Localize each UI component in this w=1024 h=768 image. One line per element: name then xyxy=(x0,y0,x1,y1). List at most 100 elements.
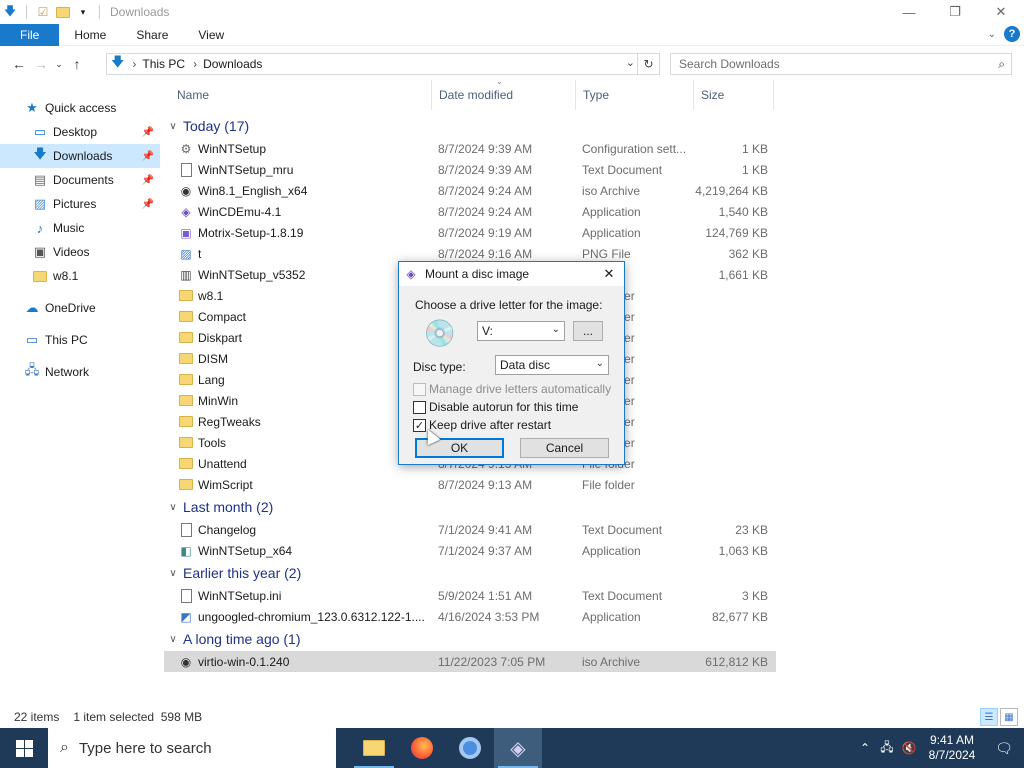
forward-button[interactable]: → xyxy=(30,53,52,75)
file-row[interactable]: ◈ WinCDEmu-4.1 8/7/2024 9:24 AM Application… xyxy=(164,201,776,222)
sidebar-item-this-pc[interactable]: ▭ This PC xyxy=(0,328,160,352)
tab-view[interactable]: View xyxy=(183,24,239,46)
file-explorer-taskbar-icon[interactable] xyxy=(350,728,398,768)
disc-type-select[interactable]: Data disc ⌄ xyxy=(495,355,609,375)
details-view-icon[interactable]: ☰ xyxy=(980,708,998,726)
close-button[interactable]: ✕ xyxy=(978,0,1024,24)
file-size: 1,063 KB xyxy=(718,543,768,558)
sort-chevron-icon: ⌄ xyxy=(496,77,503,86)
column-size[interactable]: Size xyxy=(694,80,774,110)
folder-icon xyxy=(178,288,194,304)
sidebar-item-desktop[interactable]: ▭ Desktop 📌 xyxy=(0,120,160,144)
file-row[interactable]: WimScript 8/7/2024 9:13 AM File folder xyxy=(164,474,776,495)
file-row[interactable]: ◧ WinNTSetup_x64 7/1/2024 9:37 AM Applicati… xyxy=(164,540,776,561)
network-icon[interactable]: 🖧 xyxy=(876,738,898,759)
tab-share[interactable]: Share xyxy=(121,24,183,46)
chevron-down-icon[interactable]: ∨ xyxy=(166,121,180,132)
customize-toolbar-icon[interactable]: ▾ xyxy=(75,4,91,20)
sidebar-item-network[interactable]: 🖧 Network xyxy=(0,360,160,384)
chevron-down-icon[interactable]: ⌄ xyxy=(626,56,635,69)
chevron-down-icon[interactable]: ∨ xyxy=(166,634,180,645)
file-row[interactable]: ◩ ungoogled-chromium_123.0.6312.122-1....… xyxy=(164,606,776,627)
recent-locations-icon[interactable]: ⌄ xyxy=(52,53,66,75)
drive-letter-select[interactable]: V: ⌄ xyxy=(477,321,565,341)
clock[interactable]: 9:41 AM 8/7/2024 xyxy=(920,733,984,763)
download-icon: 🡇 xyxy=(33,146,47,161)
disc-drive-icon: 💿 xyxy=(423,317,457,348)
file-size: 612,812 KB xyxy=(705,654,768,669)
group-header[interactable]: ∨ Today (17) xyxy=(164,114,776,138)
file-row[interactable]: WinNTSetup.ini 5/9/2024 1:51 AM Text Docum… xyxy=(164,585,776,606)
manage-drive-letters-checkbox[interactable]: Manage drive letters automatically xyxy=(413,382,611,396)
sidebar-item-videos[interactable]: ▣ Videos xyxy=(0,240,160,264)
folder-icon xyxy=(32,268,48,284)
address-bar[interactable]: 🡇 › This PC › Downloads ⌄ ↻ xyxy=(106,53,660,75)
volume-muted-icon[interactable]: 🔇 xyxy=(898,741,920,755)
large-icons-view-icon[interactable]: ▦ xyxy=(1000,708,1018,726)
group-header[interactable]: ∨ Earlier this year (2) xyxy=(164,561,776,585)
archive-icon: ▥ xyxy=(180,267,192,282)
search-input[interactable]: Search Downloads ⌕ xyxy=(670,53,1012,75)
notifications-icon[interactable]: 🗨 xyxy=(984,740,1024,757)
sidebar-item-pictures[interactable]: ▨ Pictures 📌 xyxy=(0,192,160,216)
disable-autorun-checkbox[interactable]: Disable autorun for this time xyxy=(413,400,578,414)
sidebar-item-w8-1[interactable]: w8.1 xyxy=(0,264,160,288)
file-date: 8/7/2024 9:24 AM xyxy=(438,204,533,219)
sidebar-item-documents[interactable]: ▤ Documents 📌 xyxy=(0,168,160,192)
up-button[interactable]: ↑ xyxy=(66,53,88,75)
manage-drive-letters-label: Manage drive letters automatically xyxy=(429,382,612,396)
back-button[interactable]: ← xyxy=(8,53,30,75)
column-date-modified[interactable]: ⌄ Date modified xyxy=(432,77,576,110)
breadcrumb-downloads[interactable]: Downloads xyxy=(203,57,262,71)
chevron-right-icon[interactable]: › xyxy=(132,57,136,71)
sidebar-item-onedrive[interactable]: ☁ OneDrive xyxy=(0,296,160,320)
chevron-right-icon[interactable]: › xyxy=(193,57,197,71)
file-row[interactable]: ⚙ WinNTSetup 8/7/2024 9:39 AM Configuration… xyxy=(164,138,776,159)
disc-type-label: Disc type: xyxy=(413,360,466,374)
new-folder-icon[interactable] xyxy=(55,4,71,20)
text-file-icon xyxy=(178,522,194,538)
column-type[interactable]: Type xyxy=(576,80,694,110)
sidebar-item-music[interactable]: ♪ Music xyxy=(0,216,160,240)
file-row[interactable]: WinNTSetup_mru 8/7/2024 9:39 AM Text Docum… xyxy=(164,159,776,180)
group-header[interactable]: ∨ A long time ago (1) xyxy=(164,627,776,651)
file-row[interactable]: ◉ Win8.1_English_x64 8/7/2024 9:24 AM iso A… xyxy=(164,180,776,201)
breadcrumb-this-pc[interactable]: This PC xyxy=(142,57,185,71)
browse-button[interactable]: ... xyxy=(573,321,603,341)
divider xyxy=(26,5,27,19)
dialog-close-button[interactable]: ✕ xyxy=(594,262,624,286)
maximize-button[interactable]: ❐ xyxy=(932,0,978,24)
file-name: Changelog xyxy=(198,522,257,537)
sidebar-item-label: w8.1 xyxy=(53,269,79,283)
folder-icon xyxy=(178,477,194,493)
chevron-up-icon[interactable]: ⌃ xyxy=(854,741,876,755)
file-size: 82,677 KB xyxy=(711,609,768,624)
file-row[interactable]: Changelog 7/1/2024 9:41 AM Text Document 23… xyxy=(164,519,776,540)
chevron-down-icon[interactable]: ∨ xyxy=(166,568,180,579)
column-name[interactable]: Name xyxy=(170,80,432,110)
sidebar-item-quick-access[interactable]: ★ Quick access xyxy=(0,96,160,120)
start-button[interactable] xyxy=(0,728,48,768)
sidebar-item-downloads[interactable]: 🡇 Downloads 📌 xyxy=(0,144,160,168)
file-size: 1 KB xyxy=(741,162,768,177)
cancel-button[interactable]: Cancel xyxy=(520,438,609,458)
minimize-button[interactable]: — xyxy=(886,0,932,24)
group-header[interactable]: ∨ Last month (2) xyxy=(164,495,776,519)
chevron-down-icon[interactable]: ∨ xyxy=(166,502,180,513)
disable-autorun-label: Disable autorun for this time xyxy=(429,400,579,414)
search-icon: ⌕ xyxy=(998,57,1005,71)
tab-file[interactable]: File xyxy=(0,23,60,46)
expand-ribbon-icon[interactable]: ⌄ xyxy=(988,29,996,40)
file-row[interactable]: ◉ virtio-win-0.1.240 11/22/2023 7:05 PM iso… xyxy=(164,651,776,672)
file-row[interactable]: ▣ Motrix-Setup-1.8.19 8/7/2024 9:19 AM Appl… xyxy=(164,222,776,243)
wincdemu-taskbar-icon[interactable]: ◈ xyxy=(494,728,542,768)
refresh-button[interactable]: ↻ xyxy=(637,54,659,74)
folder-icon xyxy=(178,309,194,325)
tab-home[interactable]: Home xyxy=(59,24,121,46)
chromium-taskbar-icon[interactable] xyxy=(446,728,494,768)
help-icon[interactable]: ? xyxy=(1004,26,1020,42)
firefox-taskbar-icon[interactable] xyxy=(398,728,446,768)
taskbar-search-input[interactable]: ⌕ Type here to search xyxy=(48,728,336,768)
file-date: 7/1/2024 9:41 AM xyxy=(438,522,533,537)
properties-icon[interactable]: ☑ xyxy=(35,4,51,20)
